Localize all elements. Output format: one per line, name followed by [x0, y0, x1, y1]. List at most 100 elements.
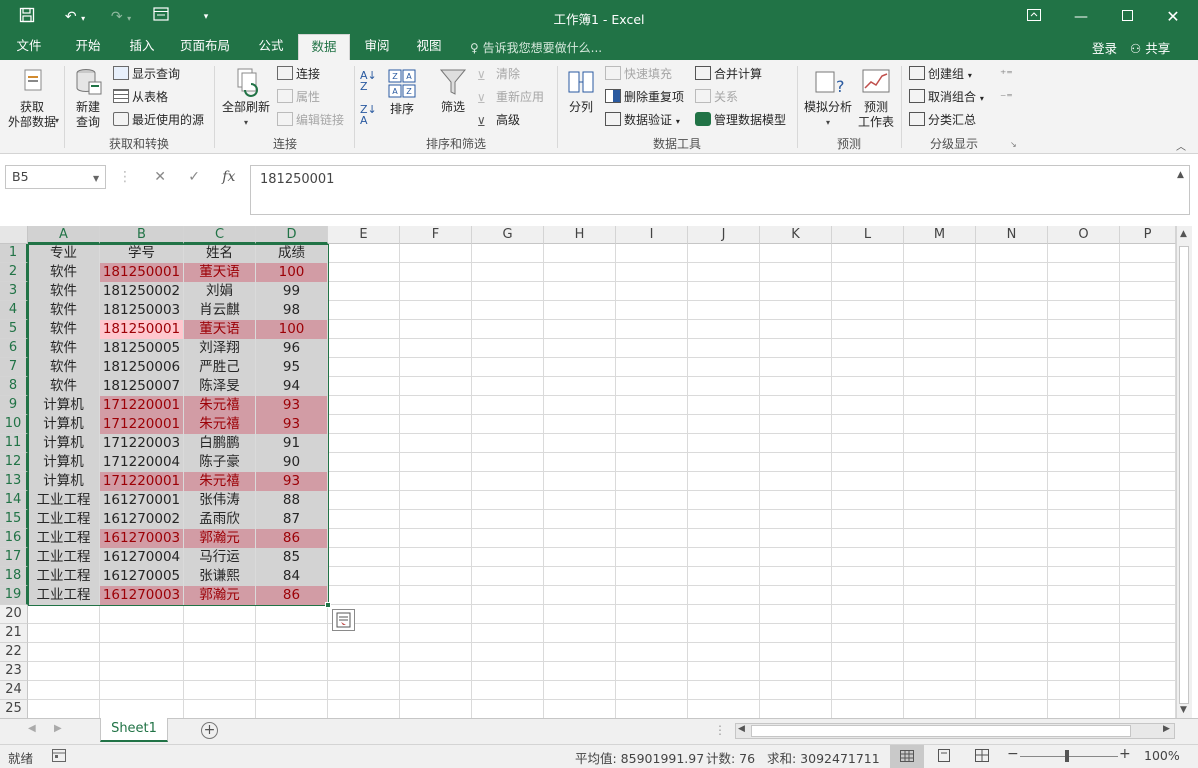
cell-c17[interactable]: 马行运 [184, 548, 255, 567]
row-header-8[interactable]: 8 [0, 377, 28, 396]
row-header-14[interactable]: 14 [0, 491, 28, 510]
tab-review[interactable]: 审阅 [354, 34, 400, 60]
ribbon-display-icon[interactable] [1021, 7, 1047, 27]
cell-c9[interactable]: 朱元禧 [184, 396, 255, 415]
row-header-10[interactable]: 10 [0, 415, 28, 434]
cell-d7[interactable]: 95 [256, 358, 327, 377]
prev-sheet-icon[interactable]: ◀ [28, 723, 36, 734]
column-header-l[interactable]: L [832, 226, 904, 244]
chevron-down-icon[interactable]: ▼ [93, 174, 99, 183]
zoom-level[interactable]: 100% [1144, 748, 1180, 763]
cell-b2[interactable]: 181250001 [100, 263, 183, 282]
column-header-c[interactable]: C [184, 226, 256, 244]
show-query-button[interactable]: 显示查询 [113, 64, 180, 84]
formula-input[interactable]: 181250001 [250, 165, 1190, 215]
header-cell-c1[interactable]: 姓名 [184, 244, 255, 263]
scroll-down-icon[interactable]: ▼ [1180, 705, 1187, 715]
row-header-23[interactable]: 23 [0, 662, 28, 681]
login-link[interactable]: 登录 [1092, 38, 1117, 57]
cell-b12[interactable]: 171220004 [100, 453, 183, 472]
cell-a18[interactable]: 工业工程 [28, 567, 99, 586]
filter-button[interactable]: 筛选 [434, 66, 472, 115]
flash-fill-button[interactable]: 快速填充 [605, 64, 672, 84]
cell-b17[interactable]: 161270004 [100, 548, 183, 567]
row-header-6[interactable]: 6 [0, 339, 28, 358]
row-header-22[interactable]: 22 [0, 643, 28, 662]
cell-c2[interactable]: 董天语 [184, 263, 255, 282]
cell-a17[interactable]: 工业工程 [28, 548, 99, 567]
next-sheet-icon[interactable]: ▶ [54, 723, 62, 734]
cell-c4[interactable]: 肖云麒 [184, 301, 255, 320]
cell-d14[interactable]: 88 [256, 491, 327, 510]
scroll-right-icon[interactable]: ▶ [1163, 724, 1170, 734]
quick-analysis-button[interactable] [332, 609, 355, 631]
row-header-24[interactable]: 24 [0, 681, 28, 700]
column-header-p[interactable]: P [1120, 226, 1176, 244]
cell-d3[interactable]: 99 [256, 282, 327, 301]
row-header-2[interactable]: 2 [0, 263, 28, 282]
row-header-4[interactable]: 4 [0, 301, 28, 320]
cell-d11[interactable]: 91 [256, 434, 327, 453]
row-header-18[interactable]: 18 [0, 567, 28, 586]
cell-b5[interactable]: 181250001 [100, 320, 183, 339]
scroll-left-icon[interactable]: ◀ [738, 724, 745, 734]
cell-b14[interactable]: 161270001 [100, 491, 183, 510]
cell-b9[interactable]: 171220001 [100, 396, 183, 415]
tab-view[interactable]: 视图 [406, 34, 452, 60]
row-header-3[interactable]: 3 [0, 282, 28, 301]
cell-d8[interactable]: 94 [256, 377, 327, 396]
refresh-all-button[interactable]: 全部刷新 ▾ [218, 66, 274, 130]
column-header-j[interactable]: J [688, 226, 760, 244]
cell-b7[interactable]: 181250006 [100, 358, 183, 377]
cell-d15[interactable]: 87 [256, 510, 327, 529]
cell-a19[interactable]: 工业工程 [28, 586, 99, 605]
sort-ascending-icon[interactable]: A↓ Z [360, 70, 377, 94]
cell-b6[interactable]: 181250005 [100, 339, 183, 358]
cell-c7[interactable]: 严胜己 [184, 358, 255, 377]
cell-c15[interactable]: 孟雨欣 [184, 510, 255, 529]
cell-b4[interactable]: 181250003 [100, 301, 183, 320]
expand-formula-icon[interactable]: ▲ [1177, 170, 1184, 180]
row-header-13[interactable]: 13 [0, 472, 28, 491]
page-layout-view-icon[interactable] [937, 749, 951, 765]
cell-d5[interactable]: 100 [256, 320, 327, 339]
dialog-launcher-icon[interactable]: ↘ [1010, 140, 1017, 149]
column-header-h[interactable]: H [544, 226, 616, 244]
row-header-15[interactable]: 15 [0, 510, 28, 529]
row-header-5[interactable]: 5 [0, 320, 28, 339]
row-header-7[interactable]: 7 [0, 358, 28, 377]
cell-b13[interactable]: 171220001 [100, 472, 183, 491]
macro-record-icon[interactable] [52, 749, 66, 765]
tab-page-layout[interactable]: 页面布局 [172, 34, 238, 60]
tell-me-box[interactable]: ♀ 告诉我您想要做什么... [470, 39, 602, 56]
tab-formulas[interactable]: 公式 [248, 34, 294, 60]
row-header-25[interactable]: 25 [0, 700, 28, 719]
row-header-21[interactable]: 21 [0, 624, 28, 643]
function-icon[interactable]: fx [222, 169, 235, 185]
cell-c6[interactable]: 刘泽翔 [184, 339, 255, 358]
header-cell-d1[interactable]: 成绩 [256, 244, 327, 263]
cell-b3[interactable]: 181250002 [100, 282, 183, 301]
tab-data[interactable]: 数据 [298, 34, 350, 60]
column-header-g[interactable]: G [472, 226, 544, 244]
cell-c16[interactable]: 郭瀚元 [184, 529, 255, 548]
relationships-button[interactable]: 关系 [695, 87, 738, 107]
cell-d4[interactable]: 98 [256, 301, 327, 320]
cell-d2[interactable]: 100 [256, 263, 327, 282]
add-sheet-icon[interactable]: + [201, 722, 218, 739]
sheet-tab[interactable]: Sheet1 [100, 718, 168, 742]
horizontal-scroll-thumb[interactable] [751, 725, 1131, 737]
cell-a4[interactable]: 软件 [28, 301, 99, 320]
recent-sources-button[interactable]: 最近使用的源 [113, 110, 204, 130]
share-button[interactable]: ⚇ 共享 [1130, 38, 1170, 57]
properties-button[interactable]: 属性 [277, 87, 320, 107]
show-detail-icon[interactable]: ⁺⁼ [1000, 64, 1013, 84]
cell-c10[interactable]: 朱元禧 [184, 415, 255, 434]
cell-b10[interactable]: 171220001 [100, 415, 183, 434]
cell-d19[interactable]: 86 [256, 586, 327, 605]
cell-a3[interactable]: 软件 [28, 282, 99, 301]
column-header-m[interactable]: M [904, 226, 976, 244]
scroll-up-icon[interactable]: ▲ [1180, 229, 1187, 239]
cell-c11[interactable]: 白鹏鹏 [184, 434, 255, 453]
cell-b11[interactable]: 171220003 [100, 434, 183, 453]
